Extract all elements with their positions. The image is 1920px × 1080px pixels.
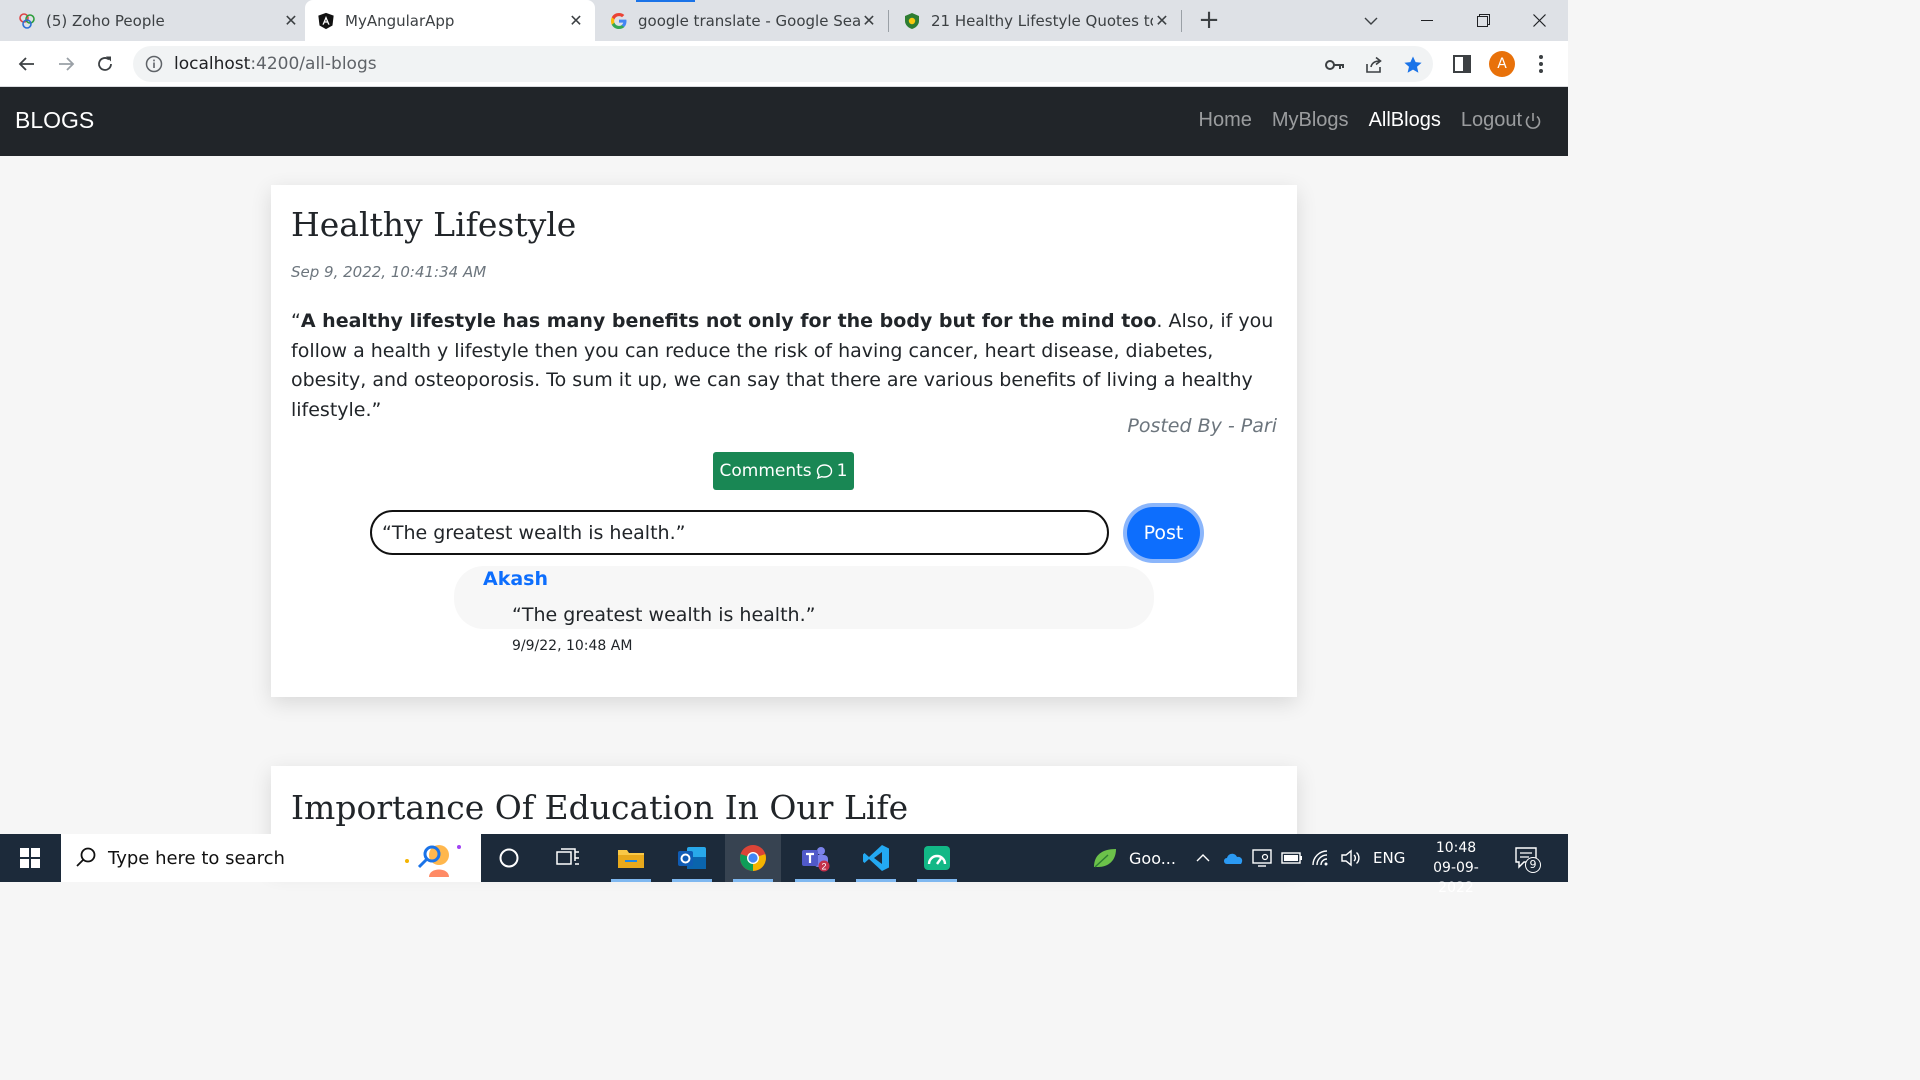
comments-button[interactable]: Comments 1 — [713, 452, 854, 490]
post-title: Importance Of Education In Our Life — [291, 788, 909, 827]
post-title: Healthy Lifestyle — [291, 205, 577, 244]
input-language[interactable]: ENG — [1373, 834, 1405, 882]
restore-button[interactable] — [1455, 0, 1511, 41]
url-text: localhost:4200/all-blogs — [174, 54, 377, 74]
blog-post-card: Healthy Lifestyle Sep 9, 2022, 10:41:34 … — [271, 185, 1297, 697]
outlook-icon[interactable] — [664, 834, 720, 882]
post-body: “A healthy lifestyle has many benefits n… — [291, 307, 1281, 425]
bookmark-star-icon[interactable] — [1402, 54, 1424, 76]
tab-zoho-people[interactable]: (5) Zoho People ✕ — [18, 0, 300, 41]
post-date: Sep 9, 2022, 10:41:34 AM — [291, 263, 487, 281]
tab-google-search[interactable]: google translate - Google Search ✕ — [610, 0, 878, 41]
taskbar-clock[interactable]: 10:48 09-09-2022 — [1416, 838, 1496, 898]
zoho-icon — [18, 12, 36, 30]
power-icon — [1525, 112, 1541, 129]
task-view-icon[interactable] — [540, 834, 596, 882]
cortana-circle-icon[interactable] — [481, 834, 537, 882]
google-icon — [610, 12, 628, 30]
navbar-brand[interactable]: BLOGS — [15, 107, 94, 134]
back-arrow-icon[interactable] — [12, 49, 42, 79]
post-comment-button[interactable]: Post — [1127, 507, 1200, 559]
file-explorer-icon[interactable] — [603, 834, 659, 882]
comment-author: Akash — [483, 568, 548, 590]
windows-taskbar: Type here to search 2 Goo... ENG 10:48 0… — [0, 834, 1568, 896]
comments-count: 1 — [836, 461, 848, 481]
forward-arrow-icon[interactable] — [51, 49, 81, 79]
tab-healthy-quotes[interactable]: 21 Healthy Lifestyle Quotes to Ins ✕ — [903, 0, 1171, 41]
close-icon[interactable]: ✕ — [860, 11, 878, 30]
notification-count: 9 — [1525, 857, 1541, 873]
nav-link-logout[interactable]: Logout — [1461, 109, 1543, 132]
minimize-button[interactable] — [1399, 0, 1455, 41]
close-window-button[interactable] — [1511, 0, 1567, 41]
url-host: localhost — [174, 54, 251, 74]
new-tab-button[interactable]: + — [1196, 7, 1222, 34]
app-navbar: BLOGS Home MyBlogs AllBlogs Logout — [0, 87, 1568, 156]
angular-icon — [317, 12, 335, 30]
profile-avatar[interactable]: A — [1489, 51, 1515, 77]
nav-link-home[interactable]: Home — [1199, 109, 1252, 132]
browser-toolbar: localhost:4200/all-blogs A — [0, 41, 1568, 87]
leaf-icon — [1094, 849, 1116, 868]
vscode-icon[interactable] — [848, 834, 904, 882]
volume-icon[interactable] — [1340, 834, 1362, 882]
tab-separator — [1181, 10, 1182, 32]
side-panel-icon[interactable] — [1450, 52, 1474, 76]
posted-by: Posted By - Pari — [1127, 415, 1277, 437]
navbar-links: Home MyBlogs AllBlogs Logout — [1199, 109, 1544, 132]
teams-icon[interactable]: 2 — [787, 834, 843, 882]
wifi-icon[interactable] — [1311, 834, 1333, 882]
search-icon — [75, 846, 99, 870]
address-bar[interactable]: localhost:4200/all-blogs — [133, 46, 1433, 82]
logout-label: Logout — [1460, 109, 1522, 131]
onedrive-cloud-icon[interactable] — [1222, 834, 1244, 882]
chrome-icon[interactable] — [725, 834, 781, 882]
comment-text: “The greatest wealth is health.” — [512, 604, 816, 626]
tab-title: google translate - Google Search — [638, 11, 860, 30]
display-settings-icon[interactable] — [1252, 834, 1272, 882]
battery-icon[interactable] — [1281, 834, 1303, 882]
tab-search-chevron-icon[interactable] — [1343, 0, 1399, 41]
taskbar-search-box[interactable]: Type here to search — [61, 834, 481, 882]
tab-title: (5) Zoho People — [46, 11, 165, 30]
reload-icon[interactable] — [90, 49, 120, 79]
tab-separator — [888, 10, 889, 32]
windows-start-icon[interactable] — [0, 834, 60, 882]
tab-title: MyAngularApp — [345, 11, 455, 30]
comments-label: Comments — [719, 461, 812, 481]
tab-title: 21 Healthy Lifestyle Quotes to Ins — [931, 11, 1153, 30]
comment-input[interactable]: “The greatest wealth is health.” — [370, 510, 1109, 555]
comment-timestamp: 9/9/22, 10:48 AM — [512, 638, 633, 654]
nav-link-allblogs[interactable]: AllBlogs — [1369, 109, 1441, 132]
tray-app-label: Goo... — [1129, 848, 1176, 868]
share-icon[interactable] — [1363, 54, 1385, 76]
kebab-menu-icon[interactable] — [1529, 52, 1553, 76]
tray-app-item[interactable]: Goo... — [1092, 834, 1176, 882]
shield-favicon-icon — [903, 12, 921, 30]
close-icon[interactable]: ✕ — [282, 11, 300, 30]
clock-date: 09-09-2022 — [1433, 860, 1479, 896]
chat-bubble-icon — [816, 463, 832, 479]
tab-myangularapp[interactable]: MyAngularApp ✕ — [305, 0, 595, 41]
svg-text:2: 2 — [821, 862, 826, 872]
close-icon[interactable]: ✕ — [1153, 11, 1171, 30]
close-icon[interactable]: ✕ — [567, 11, 585, 30]
taskbar-search-placeholder: Type here to search — [108, 848, 285, 869]
green-speedometer-app-icon[interactable] — [909, 834, 965, 882]
search-highlight-illustration-icon — [399, 839, 469, 877]
clock-time: 10:48 — [1435, 840, 1477, 856]
key-icon[interactable] — [1324, 54, 1346, 76]
post-body-open-quote: “ — [291, 310, 301, 332]
nav-link-myblogs[interactable]: MyBlogs — [1272, 109, 1349, 132]
url-path: :4200/all-blogs — [250, 54, 377, 74]
browser-tab-strip: (5) Zoho People ✕ MyAngularApp ✕ google … — [0, 0, 1568, 41]
post-body-highlight: A healthy lifestyle has many benefits no… — [300, 310, 1157, 332]
show-hidden-icons-chevron-icon[interactable] — [1196, 834, 1210, 882]
site-info-icon[interactable] — [145, 55, 163, 73]
notification-center[interactable]: 9 — [1514, 846, 1541, 873]
comment-item: Akash “The greatest wealth is health.” — [454, 566, 1154, 629]
